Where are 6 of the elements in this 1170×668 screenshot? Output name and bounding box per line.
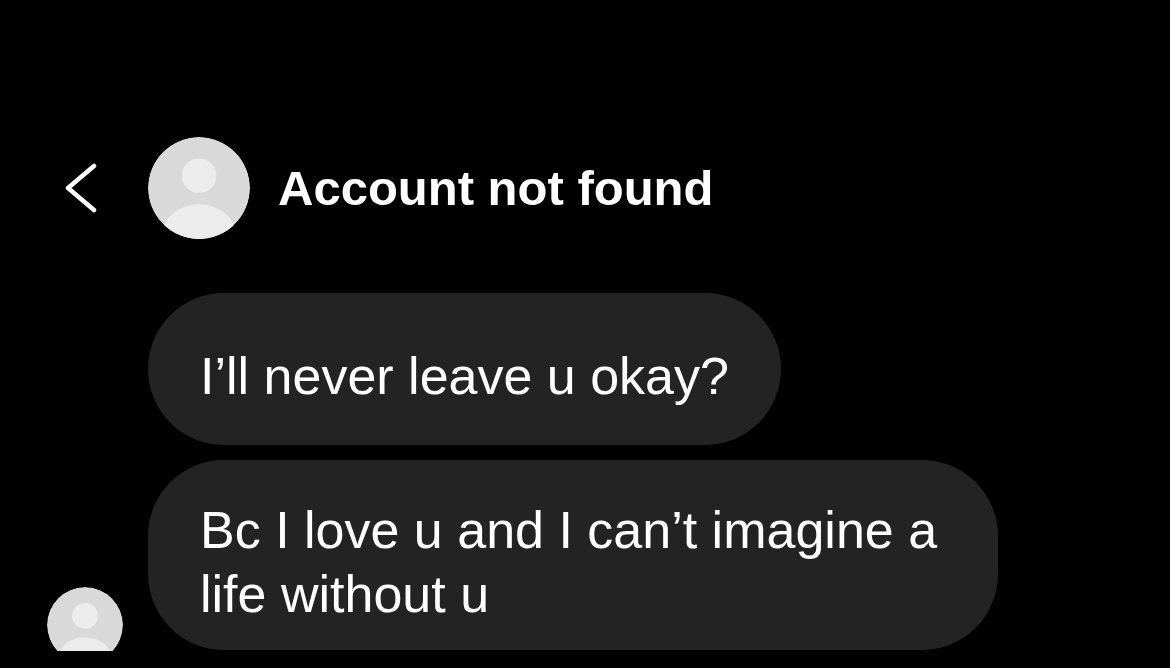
message-bubble: I’ll never leave u okay? — [148, 293, 781, 445]
chevron-left-icon — [63, 163, 97, 213]
avatar-icon[interactable] — [148, 137, 250, 239]
chat-title: Account not found — [278, 163, 714, 213]
message-bubble: Bc I love u and I can’t imagine a life without u — [148, 460, 998, 650]
avatar-icon[interactable] — [47, 587, 123, 651]
